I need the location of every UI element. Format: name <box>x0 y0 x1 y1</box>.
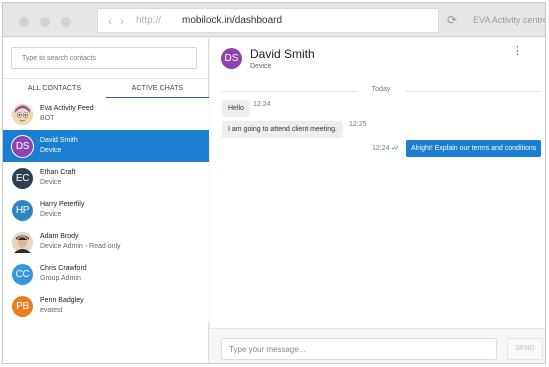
incoming-message-bubble: Hello <box>222 100 250 117</box>
send-button[interactable]: SEND <box>507 338 543 360</box>
url-text[interactable]: mobilock.in/dashboard <box>182 15 282 26</box>
contact-item-harry-peterfily[interactable]: HP Harry Peterfily Device <box>3 194 209 226</box>
back-arrow-icon[interactable]: ‹ <box>108 14 112 28</box>
more-options-icon[interactable]: ⋮ <box>512 46 523 57</box>
url-protocol: http:// <box>136 15 162 26</box>
message-time: 12:24 <box>253 101 271 108</box>
contact-subtitle: Device Admin - Read only <box>40 243 121 250</box>
refresh-icon[interactable]: ⟳ <box>447 13 457 27</box>
message-time: 12:25 <box>349 121 367 128</box>
contact-subtitle: Device <box>40 147 62 154</box>
sidebar-tabs: ALL CONTACTS ACTIVE CHATS <box>3 78 209 99</box>
app-window: ‹ › http:// mobilock.in/dashboard ⟳ EVA … <box>2 2 546 364</box>
chat-panel: DS David Smith Device ⋮ Today Hello 12:2… <box>210 38 545 363</box>
tab-all-contacts[interactable]: ALL CONTACTS <box>3 79 106 99</box>
forward-arrow-icon[interactable]: › <box>120 14 124 28</box>
contact-subtitle: evatest <box>40 307 63 314</box>
day-divider-line <box>405 91 540 92</box>
contact-name: David Smith <box>40 137 78 144</box>
contact-item-chris-crawford[interactable]: CC Chris Crawford Group Admin <box>3 258 209 290</box>
contact-item-adam-brody[interactable]: Adam Brody Device Admin - Read only <box>3 226 209 258</box>
message-input[interactable] <box>221 338 497 360</box>
contact-subtitle: Device <box>40 179 62 186</box>
bot-avatar-icon <box>12 104 33 125</box>
tab-active-chats[interactable]: ACTIVE CHATS <box>106 79 209 99</box>
person-photo-avatar-icon <box>12 232 33 253</box>
browser-toolbar: ‹ › http:// mobilock.in/dashboard ⟳ EVA … <box>3 3 546 37</box>
contact-item-david-smith[interactable]: DS David Smith Device <box>3 130 209 162</box>
chat-contact-subtitle: Device <box>250 63 272 70</box>
contact-name: Adam Brody <box>40 233 79 240</box>
contact-subtitle: Group Admin <box>40 275 81 282</box>
contact-avatar: EC <box>12 168 33 189</box>
contact-name: Chris Crawford <box>40 265 87 272</box>
double-check-read-icon: ✓✓ <box>391 145 400 152</box>
contact-avatar: HP <box>12 200 33 221</box>
contact-name: Penn Badgley <box>40 297 84 304</box>
day-divider-line <box>222 91 357 92</box>
contact-avatar: DS <box>12 136 33 157</box>
incoming-message-bubble: I am going to attend client meeting. <box>222 121 343 138</box>
message-time: 12:24 <box>372 145 390 152</box>
contact-avatar: CC <box>12 264 33 285</box>
contact-subtitle: BOT <box>40 115 55 122</box>
contact-list: Eva Activity Feed BOT DS David Smith Dev… <box>3 98 209 322</box>
contacts-sidebar: ALL CONTACTS ACTIVE CHATS Eva Activit <box>3 38 209 363</box>
contact-name: Ethan Craft <box>40 169 76 176</box>
window-close-dot[interactable] <box>19 17 29 27</box>
contact-search-input[interactable] <box>11 47 197 69</box>
contact-item-eva-activity-feed[interactable]: Eva Activity Feed BOT <box>3 98 209 130</box>
chat-contact-name: David Smith <box>250 47 315 61</box>
contact-item-penn-badgley[interactable]: PB Penn Badgley evatest <box>3 290 209 322</box>
contact-avatar: PB <box>12 296 33 317</box>
outgoing-message-bubble: Alright! Explain our terms and condition… <box>406 140 542 157</box>
window-maximize-dot[interactable] <box>61 17 71 27</box>
contact-subtitle: Device <box>40 211 62 218</box>
chat-header: DS David Smith Device ⋮ <box>210 38 545 84</box>
window-title: EVA Activity centre <box>473 15 546 25</box>
contact-item-ethan-craft[interactable]: EC Ethan Craft Device <box>3 162 209 194</box>
day-divider-label: Today <box>371 86 391 93</box>
window-minimize-dot[interactable] <box>40 17 50 27</box>
contact-name: Harry Peterfily <box>40 201 85 208</box>
chat-header-avatar: DS <box>221 48 242 69</box>
contact-name: Eva Activity Feed <box>40 105 94 112</box>
message-composer: SEND <box>210 328 545 363</box>
address-bar[interactable]: ‹ › http:// mobilock.in/dashboard <box>97 8 439 33</box>
